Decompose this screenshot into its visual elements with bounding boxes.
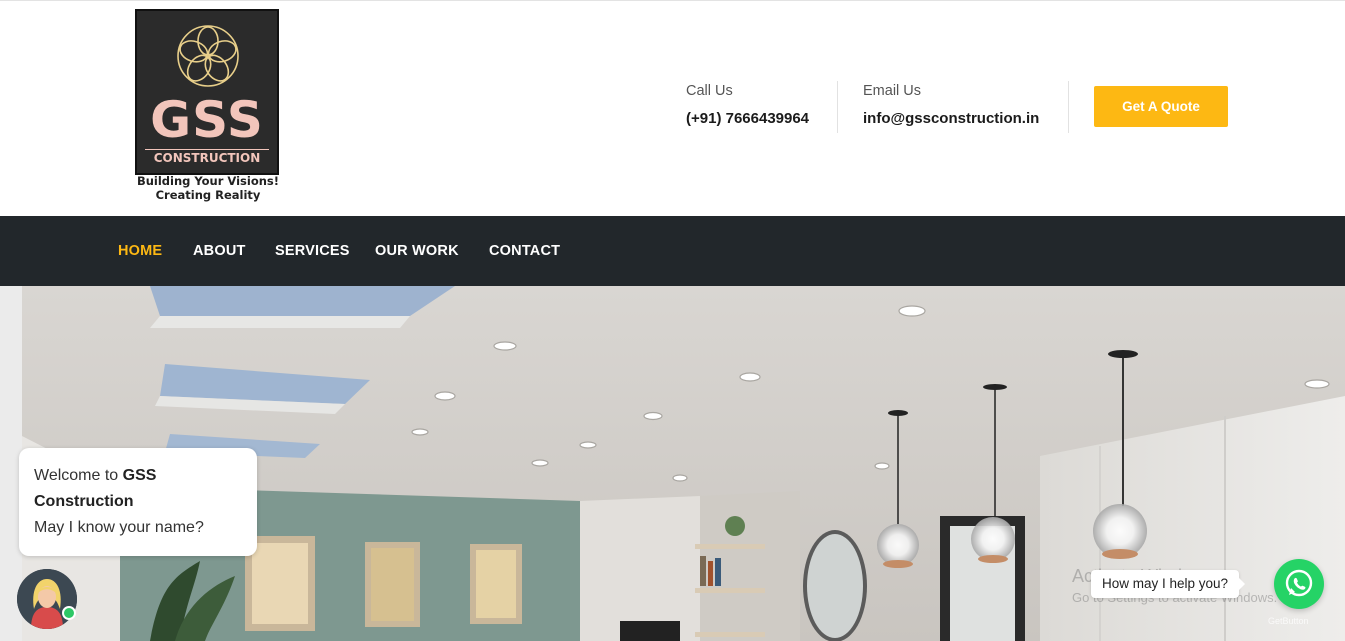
nav-item-services[interactable]: SERVICES <box>275 241 350 261</box>
logo-sub-text: CONSTRUCTION <box>145 149 269 166</box>
chat-welcome-bubble[interactable]: Welcome to GSS Construction May I know y… <box>19 448 257 556</box>
logo-tagline-line1: Building Your Visions! <box>136 174 280 188</box>
nav-item-about[interactable]: ABOUT <box>193 241 246 261</box>
email-us-label: Email Us <box>863 83 922 99</box>
email-address[interactable]: info@gssconstruction.in <box>863 109 1039 129</box>
header-divider <box>1068 81 1069 133</box>
main-nav: HOME ABOUT SERVICES OUR WORK CONTACT <box>0 216 1345 286</box>
whatsapp-icon <box>1285 569 1313 597</box>
logo-tagline: Building Your Visions! Creating Reality <box>118 174 298 202</box>
whatsapp-tooltip[interactable]: How may I help you? <box>1091 570 1246 598</box>
logo-brand-text: GSS <box>150 91 264 149</box>
online-status-indicator <box>62 606 76 620</box>
phone-number[interactable]: (+91) 7666439964 <box>686 109 809 129</box>
chat-question: May I know your name? <box>34 519 204 536</box>
nav-item-our-work[interactable]: OUR WORK <box>375 241 459 261</box>
chat-avatar[interactable] <box>17 569 77 629</box>
logo-emblem-icon <box>177 25 239 87</box>
chat-greeting-prefix: Welcome to <box>34 467 123 484</box>
agent-avatar-icon <box>17 569 77 629</box>
whatsapp-button[interactable] <box>1274 559 1324 609</box>
email-us-block: Email Us info@gssconstruction.in <box>863 81 1039 129</box>
nav-item-home[interactable]: HOME <box>118 241 162 261</box>
get-quote-button[interactable]: Get A Quote <box>1094 86 1228 127</box>
logo[interactable]: GSS CONSTRUCTION <box>135 9 279 175</box>
call-us-label: Call Us <box>686 83 733 99</box>
call-us-block: Call Us (+91) 7666439964 <box>686 81 809 129</box>
site-header: GSS CONSTRUCTION Building Your Visions! … <box>0 1 1345 216</box>
logo-tagline-line2: Creating Reality <box>155 188 261 202</box>
getbutton-credit[interactable]: GetButton <box>1268 616 1309 626</box>
header-divider <box>837 81 838 133</box>
nav-item-contact[interactable]: CONTACT <box>489 241 560 261</box>
